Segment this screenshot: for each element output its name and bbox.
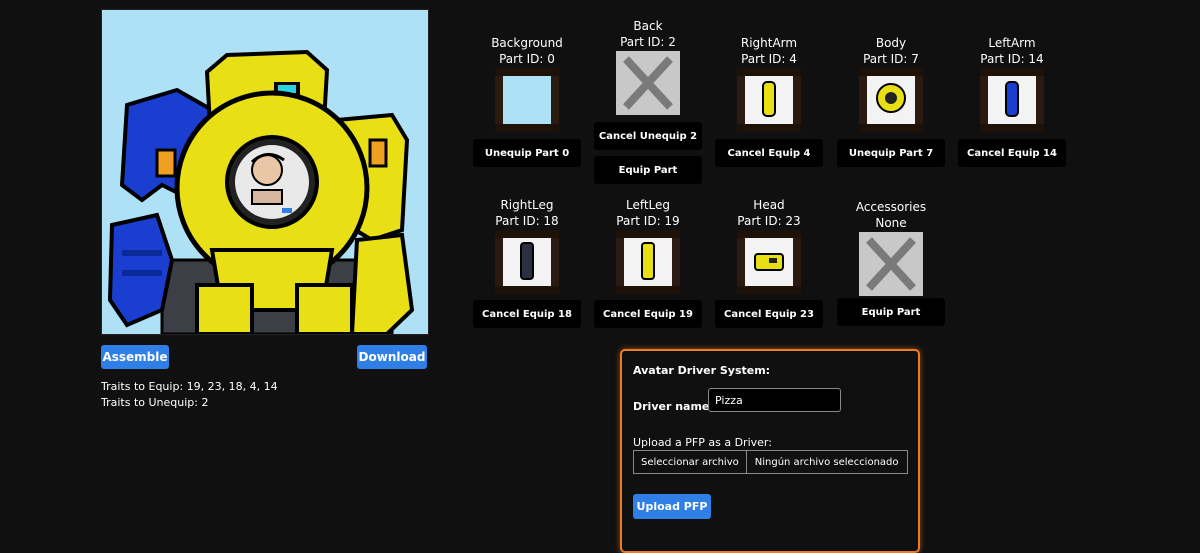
equip-part-accessories-button[interactable]: Equip Part (837, 298, 945, 326)
part-card-rightleg: RightLeg Part ID: 18 (473, 197, 581, 294)
avatar-driver-panel: Avatar Driver System: Driver name: Uploa… (620, 349, 920, 553)
part-id: Part ID: 14 (980, 52, 1044, 66)
file-picker: Seleccionar archivo Ningún archivo selec… (633, 450, 908, 474)
part-card-head: Head Part ID: 23 (715, 197, 823, 294)
part-card-rightarm: RightArm Part ID: 4 (715, 35, 823, 132)
cancel-equip-23-button[interactable]: Cancel Equip 23 (715, 300, 823, 328)
part-id: Part ID: 19 (616, 214, 680, 228)
part-name: Body (875, 36, 907, 50)
cancel-equip-14-button[interactable]: Cancel Equip 14 (958, 139, 1066, 167)
part-card-back: Back Part ID: 2 (594, 18, 702, 115)
part-id: Part ID: 4 (741, 52, 797, 66)
part-thumbnail (980, 68, 1044, 132)
empty-x-icon (616, 51, 680, 115)
part-name: RightArm (740, 36, 798, 50)
traits-summary: Traits to Equip: 19, 23, 18, 4, 14 Trait… (101, 379, 401, 411)
part-id: Part ID: 7 (863, 52, 919, 66)
part-card-body: Body Part ID: 7 (837, 35, 945, 132)
file-status: Ningún archivo seleccionado (754, 456, 899, 468)
cancel-equip-18-button[interactable]: Cancel Equip 18 (473, 300, 581, 328)
driver-name-label: Driver name: (633, 400, 714, 413)
part-card-leftleg: LeftLeg Part ID: 19 (594, 197, 702, 294)
part-name: Background (491, 36, 563, 50)
part-thumbnail (737, 230, 801, 294)
part-name: Back (633, 19, 663, 33)
choose-file-button[interactable]: Seleccionar archivo (634, 451, 747, 473)
avatar-preview (101, 9, 429, 335)
driver-name-input[interactable] (708, 388, 841, 412)
part-thumbnail (495, 68, 559, 132)
part-thumbnail (859, 68, 923, 132)
traits-to-unequip: Traits to Unequip: 2 (101, 396, 209, 409)
driver-panel-title: Avatar Driver System: (633, 364, 771, 377)
part-name: Head (753, 198, 785, 212)
assemble-button[interactable]: Assemble (101, 345, 169, 369)
traits-to-equip: Traits to Equip: 19, 23, 18, 4, 14 (101, 380, 278, 393)
cancel-equip-4-button[interactable]: Cancel Equip 4 (715, 139, 823, 167)
upload-pfp-button[interactable]: Upload PFP (633, 494, 711, 519)
robot-illustration (102, 10, 428, 334)
empty-x-icon (859, 232, 923, 296)
part-card-accessories: Accessories None (837, 199, 945, 296)
part-thumbnail (737, 68, 801, 132)
part-thumbnail (616, 230, 680, 294)
part-id: Part ID: 0 (499, 52, 555, 66)
part-card-leftarm: LeftArm Part ID: 14 (958, 35, 1066, 132)
download-button[interactable]: Download (357, 345, 427, 369)
unequip-part-7-button[interactable]: Unequip Part 7 (837, 139, 945, 167)
part-id: Part ID: 23 (737, 214, 801, 228)
cancel-unequip-2-button[interactable]: Cancel Unequip 2 (594, 122, 702, 150)
part-name: Accessories (855, 200, 927, 214)
part-thumbnail (495, 230, 559, 294)
part-name: LeftLeg (625, 198, 671, 212)
part-id: Part ID: 18 (495, 214, 559, 228)
part-card-background: Background Part ID: 0 (473, 35, 581, 132)
unequip-part-0-button[interactable]: Unequip Part 0 (473, 139, 581, 167)
part-name: RightLeg (500, 198, 554, 212)
equip-part-back-button[interactable]: Equip Part (594, 156, 702, 184)
upload-label: Upload a PFP as a Driver: (633, 436, 772, 449)
cancel-equip-19-button[interactable]: Cancel Equip 19 (594, 300, 702, 328)
part-id: Part ID: 2 (620, 35, 676, 49)
part-name: LeftArm (988, 36, 1036, 50)
part-id: None (875, 216, 907, 230)
